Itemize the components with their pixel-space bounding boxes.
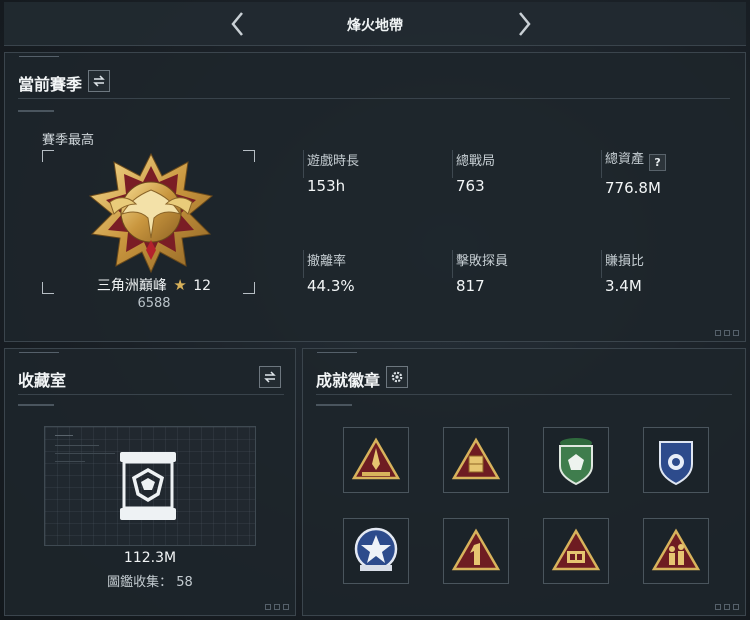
gold-soldiers-triangle-badge-icon xyxy=(651,528,701,571)
stat-operators-defeated: 擊敗探員 817 xyxy=(456,250,508,295)
stat-divider xyxy=(452,150,453,178)
stat-label: 擊敗探員 xyxy=(456,254,509,269)
stat-label: 總資產? xyxy=(605,148,667,171)
stat-extraction-rate: 撤離率 44.3% xyxy=(307,250,355,295)
swap-icon xyxy=(93,75,105,87)
season-title-divider xyxy=(18,98,730,99)
stat-divider xyxy=(601,250,602,278)
rank-display: 三角洲巔峰 ★ 12 xyxy=(84,275,224,295)
gold-rocket-triangle-badge-icon xyxy=(351,437,401,480)
current-season-title: 當前賽季 xyxy=(18,75,83,94)
achievement-badge[interactable] xyxy=(543,518,609,584)
collection-value: 112.3M xyxy=(123,550,177,566)
stat-label: 賺損比 xyxy=(605,254,645,269)
achievement-badge[interactable] xyxy=(343,518,409,584)
stat-value: 817 xyxy=(456,277,485,295)
achievements-settings-button[interactable] xyxy=(386,366,408,388)
achievement-badge[interactable] xyxy=(343,427,409,493)
swap-icon xyxy=(264,371,276,383)
stat-play-time: 遊戲時長 153h xyxy=(307,150,359,195)
stat-value: 3.4M xyxy=(605,277,642,295)
display-case-icon xyxy=(120,452,176,520)
achievement-badge[interactable] xyxy=(643,518,709,584)
achievement-badge[interactable] xyxy=(443,427,509,493)
stat-label-text: 總資產 xyxy=(605,152,645,167)
collection-count: 圖鑑收集： 58 xyxy=(107,575,193,590)
stat-value: 763 xyxy=(456,177,485,195)
medal-frame-corner xyxy=(243,150,255,162)
rank-points: 6588 xyxy=(137,296,171,311)
rank-stars: 12 xyxy=(193,278,212,294)
stat-divider xyxy=(303,150,304,178)
decoration-line xyxy=(55,453,115,454)
stat-value: 44.3% xyxy=(307,277,355,295)
blue-star-emblem-badge-icon xyxy=(354,527,398,571)
panel-corner-decoration xyxy=(715,330,739,336)
collection-title-divider xyxy=(18,394,284,395)
medal-frame-corner xyxy=(243,282,255,294)
stat-profit-loss-ratio: 賺損比 3.4M xyxy=(605,250,644,295)
collection-title-accent xyxy=(18,404,54,406)
achievement-badge[interactable] xyxy=(443,518,509,584)
season-best-label: 賽季最高 xyxy=(42,133,95,148)
rank-star-icon: ★ xyxy=(173,276,187,294)
stat-value: 153h xyxy=(307,177,346,195)
stat-label: 遊戲時長 xyxy=(307,154,360,169)
stat-total-assets: 總資產? 776.8M xyxy=(605,148,667,197)
achievement-badge[interactable] xyxy=(643,427,709,493)
rank-name: 三角洲巔峰 xyxy=(96,278,167,294)
decoration-line xyxy=(55,435,73,436)
panel-corner-decoration xyxy=(715,604,739,610)
season-title-accent xyxy=(18,110,54,112)
gold-number-one-badge-icon xyxy=(451,528,501,571)
stat-total-matches: 總戰局 763 xyxy=(456,150,495,195)
achievements-title-divider xyxy=(316,394,732,395)
decoration-line xyxy=(55,445,99,446)
gold-58-triangle-badge-icon xyxy=(551,528,601,571)
top-nav-bar: 烽火地帶 xyxy=(4,2,746,46)
switch-season-button[interactable] xyxy=(88,70,110,92)
medal-frame-corner xyxy=(42,282,54,294)
achievement-badge[interactable] xyxy=(543,427,609,493)
help-icon[interactable]: ? xyxy=(649,154,667,171)
next-mode-arrow-icon[interactable] xyxy=(513,11,535,37)
achievements-title: 成就徽章 xyxy=(316,371,381,390)
stat-divider xyxy=(452,250,453,278)
switch-collection-button[interactable] xyxy=(259,366,281,388)
collection-title: 收藏室 xyxy=(18,371,67,390)
gear-icon xyxy=(391,371,403,383)
rank-medal-icon xyxy=(88,152,214,274)
blue-shield-badge-icon xyxy=(659,441,693,486)
stat-label: 撤離率 xyxy=(307,254,347,269)
mode-title: 烽火地帶 xyxy=(347,18,403,34)
stat-divider xyxy=(601,150,602,178)
stat-value: 776.8M xyxy=(605,179,661,197)
gold-crate-triangle-badge-icon xyxy=(451,437,501,480)
medal-frame-corner xyxy=(42,150,54,162)
green-shield-badge-icon xyxy=(559,438,593,486)
stat-label: 總戰局 xyxy=(456,154,496,169)
stat-divider xyxy=(303,250,304,278)
panel-corner-decoration xyxy=(265,604,289,610)
achievements-title-accent xyxy=(316,404,352,406)
decoration-line xyxy=(55,461,85,462)
